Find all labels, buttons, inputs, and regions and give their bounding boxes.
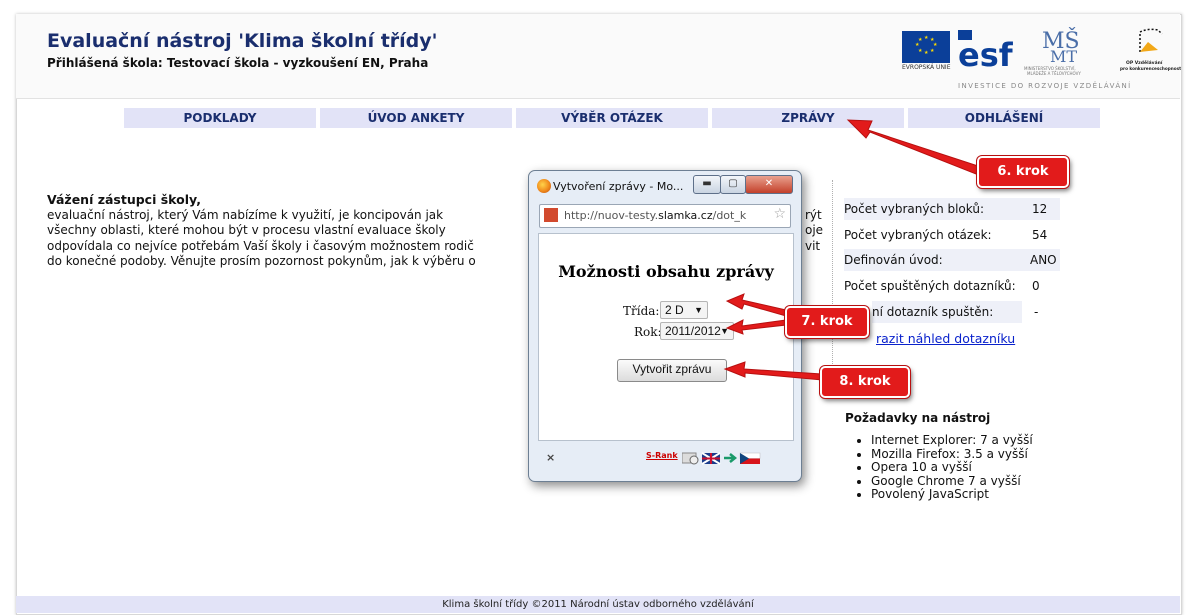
arrow-step6 [846, 119, 979, 175]
arrow-step7a [725, 293, 787, 317]
arrow-step7b [725, 319, 787, 335]
arrow-step8 [723, 361, 823, 381]
callout-step-7: 7. krok [785, 306, 869, 338]
callout-step-8: 8. krok [820, 366, 910, 398]
annotation-arrows [723, 119, 979, 381]
callout-step-6: 6. krok [977, 156, 1069, 188]
